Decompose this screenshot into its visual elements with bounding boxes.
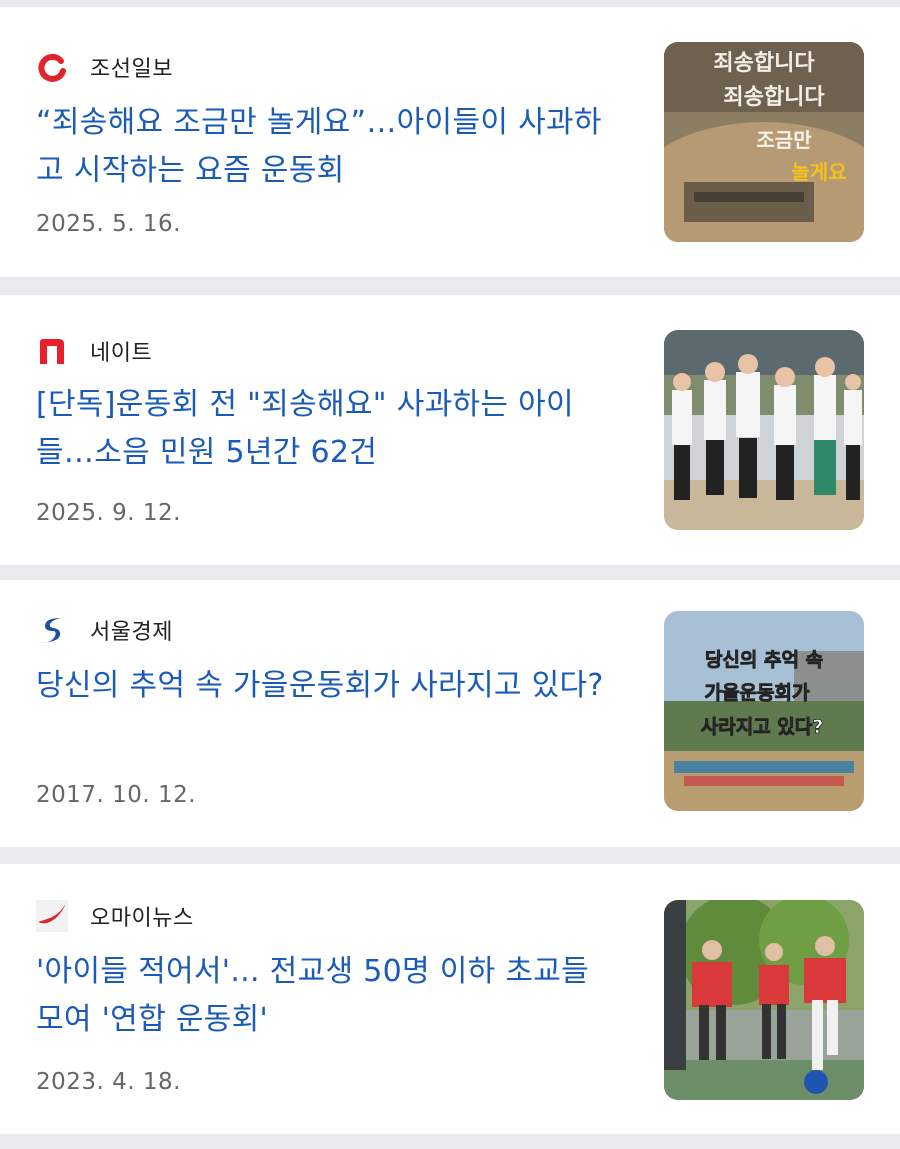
article-thumbnail[interactable]: [664, 330, 864, 530]
thumb-caption: 사라지고 있다?: [701, 716, 824, 738]
article-title[interactable]: '아이들 적어서'... 전교생 50명 이하 초교들 모여 '연합 운동회': [36, 948, 626, 1044]
article-date: 2025. 5. 16.: [36, 211, 181, 237]
news-card[interactable]: 조선일보 “죄송해요 조금만 놀게요”…아이들이 사과하고 시작하는 요즘 운동…: [0, 7, 900, 277]
news-card[interactable]: 오마이뉴스 '아이들 적어서'... 전교생 50명 이하 초교들 모여 '연합…: [0, 864, 900, 1134]
article-date: 2017. 10. 12.: [36, 782, 197, 808]
article-title[interactable]: “죄송해요 조금만 놀게요”…아이들이 사과하고 시작하는 요즘 운동회: [36, 99, 626, 195]
top-divider: [0, 0, 900, 6]
source-row: 오마이뉴스: [36, 900, 194, 932]
article-thumbnail[interactable]: 당신의 추억 속 가을운동회가 사라지고 있다?: [664, 611, 864, 811]
article-thumbnail[interactable]: 죄송합니다 죄송합니다 조금만 놀게요: [664, 42, 864, 242]
nate-logo-icon: [36, 335, 68, 367]
source-name[interactable]: 오마이뉴스: [90, 900, 194, 932]
chosun-logo-icon: [36, 51, 68, 83]
article-thumbnail[interactable]: [664, 900, 864, 1100]
source-name[interactable]: 네이트: [90, 335, 152, 367]
ohmynews-logo-icon: [36, 900, 68, 932]
article-date: 2025. 9. 12.: [36, 500, 181, 526]
thumb-caption: 가을운동회가: [705, 682, 810, 704]
thumb-caption: 죄송합니다: [713, 50, 815, 76]
thumb-caption: 당신의 추억 속: [705, 649, 823, 671]
source-row: 네이트: [36, 335, 152, 367]
thumb-caption: 죄송합니다: [723, 84, 825, 110]
sedaily-logo-icon: [36, 614, 68, 646]
thumb-caption: 놀게요: [791, 160, 846, 184]
article-title[interactable]: 당신의 추억 속 가을운동회가 사라지고 있다?: [36, 662, 626, 710]
article-title[interactable]: [단독]운동회 전 "죄송해요" 사과하는 아이들…소음 민원 5년간 62건: [36, 381, 626, 477]
source-row: 조선일보: [36, 51, 173, 83]
news-card[interactable]: 서울경제 당신의 추억 속 가을운동회가 사라지고 있다? 2017. 10. …: [0, 580, 900, 847]
article-date: 2023. 4. 18.: [36, 1069, 181, 1095]
thumb-caption: 조금만: [756, 128, 812, 152]
source-name[interactable]: 조선일보: [90, 51, 173, 83]
source-name[interactable]: 서울경제: [90, 614, 173, 646]
news-card[interactable]: 네이트 [단독]운동회 전 "죄송해요" 사과하는 아이들…소음 민원 5년간 …: [0, 295, 900, 565]
source-row: 서울경제: [36, 614, 173, 646]
